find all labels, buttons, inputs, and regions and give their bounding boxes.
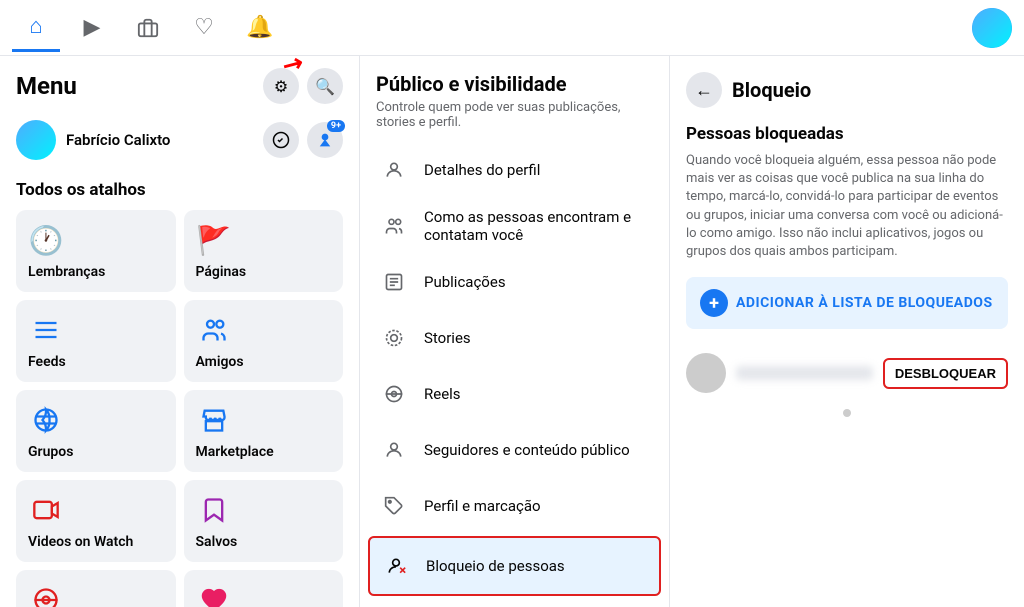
shortcut-label-lembranças: Lembranças: [28, 264, 164, 280]
settings-icon-perfil: [376, 152, 412, 188]
nav-store[interactable]: [124, 4, 172, 52]
top-navigation: ⌂ ▶ ♡ 🔔: [0, 0, 1024, 56]
add-btn-label: ADICIONAR À LISTA DE BLOQUEADOS: [736, 295, 993, 311]
shortcut-icon-feeds: [28, 312, 64, 348]
shortcut-label-salvos: Salvos: [196, 534, 332, 550]
settings-icon-publicacoes: [376, 264, 412, 300]
blocked-user-row: DESBLOQUEAR: [686, 345, 1008, 401]
profile-avatar: [16, 120, 56, 160]
right-panel-title: Bloqueio: [732, 78, 811, 102]
settings-item-seguidores[interactable]: Seguidores e conteúdo público: [360, 422, 669, 478]
shortcut-feeds[interactable]: Feeds: [16, 300, 176, 382]
settings-item-encontrar[interactable]: Como as pessoas encontram e contatam voc…: [360, 198, 669, 254]
shortcut-icon-paginas: 🚩: [196, 222, 232, 258]
settings-icon-bloqueio: [378, 548, 414, 584]
shortcut-icon-lembranças: 🕐: [28, 222, 64, 258]
back-button[interactable]: ←: [686, 72, 722, 108]
shortcut-grupos[interactable]: Grupos: [16, 390, 176, 472]
blocked-user-name-blurred: [736, 366, 873, 380]
add-icon: +: [700, 289, 728, 317]
nav-heart[interactable]: ♡: [180, 4, 228, 52]
shortcut-icon-amigos: [196, 312, 232, 348]
settings-label-seguidores: Seguidores e conteúdo público: [424, 441, 630, 459]
nav-home[interactable]: ⌂: [12, 4, 60, 52]
shortcut-label-marketplace: Marketplace: [196, 444, 332, 460]
settings-icon-seguidores: [376, 432, 412, 468]
settings-icon-encontrar: [376, 208, 412, 244]
profile-row: Fabrício Calixto 9+: [0, 112, 359, 168]
shortcut-label-feeds: Feeds: [28, 354, 164, 370]
messenger-button[interactable]: [263, 122, 299, 158]
profile-actions: 9+: [263, 122, 343, 158]
menu-icons: ⚙ ↗ 🔍: [263, 68, 343, 104]
nav-video[interactable]: ▶: [68, 4, 116, 52]
blocked-user-avatar: [686, 353, 726, 393]
settings-label-encontrar: Como as pessoas encontram e contatam voc…: [424, 208, 653, 244]
shortcut-icon-marketplace: [196, 402, 232, 438]
settings-label-bloqueio: Bloqueio de pessoas: [426, 557, 565, 575]
add-to-blocked-list-button[interactable]: + ADICIONAR À LISTA DE BLOQUEADOS: [686, 277, 1008, 329]
shortcut-marketplace[interactable]: Marketplace: [184, 390, 344, 472]
settings-label-stories: Stories: [424, 329, 471, 347]
bloqueio-section-title: Pessoas bloqueadas: [686, 124, 1008, 144]
left-panel: Menu ⚙ ↗ 🔍 Fabrício Calixto: [0, 56, 360, 607]
shortcut-icon-namoro: [196, 582, 232, 607]
notification-badge: 9+: [327, 120, 345, 132]
shortcut-amigos[interactable]: Amigos: [184, 300, 344, 382]
shortcut-label-paginas: Páginas: [196, 264, 332, 280]
shortcuts-grid: 🕐 Lembranças 🚩 Páginas Feeds Amigos: [0, 206, 359, 607]
shortcut-icon-reels: [28, 582, 64, 607]
settings-item-reels[interactable]: Reels: [360, 366, 669, 422]
unblock-button[interactable]: DESBLOQUEAR: [883, 358, 1008, 389]
settings-item-marcacao[interactable]: Perfil e marcação: [360, 478, 669, 534]
shortcuts-section-header: Todos os atalhos: [0, 168, 359, 206]
settings-label-publicacoes: Publicações: [424, 273, 506, 291]
menu-header: Menu ⚙ ↗ 🔍: [0, 56, 359, 112]
right-panel: ← Bloqueio Pessoas bloqueadas Quando voc…: [670, 56, 1024, 607]
shortcut-salvos[interactable]: Salvos: [184, 480, 344, 562]
shortcut-icon-salvos: [196, 492, 232, 528]
shortcut-label-videos: Videos on Watch: [28, 534, 164, 550]
settings-item-status[interactable]: Status online: [360, 598, 669, 607]
scroll-indicator: [843, 409, 851, 417]
settings-label-marcacao: Perfil e marcação: [424, 497, 541, 515]
settings-section-title-1: Público e visibilidade: [360, 72, 669, 100]
right-panel-header: ← Bloqueio: [686, 72, 1008, 108]
shortcut-icon-videos: [28, 492, 64, 528]
menu-title: Menu: [16, 72, 77, 100]
settings-icon-reels: [376, 376, 412, 412]
settings-icon-marcacao: [376, 488, 412, 524]
profile-left[interactable]: Fabrício Calixto: [16, 120, 170, 160]
notifications-button[interactable]: 9+: [307, 122, 343, 158]
shortcut-videos[interactable]: Videos on Watch: [16, 480, 176, 562]
main-layout: Menu ⚙ ↗ 🔍 Fabrício Calixto: [0, 56, 1024, 607]
settings-label-perfil: Detalhes do perfil: [424, 161, 540, 179]
settings-section-visibility: Público e visibilidade Controle quem pod…: [360, 56, 669, 607]
shortcut-reels[interactable]: Reels: [16, 570, 176, 607]
middle-panel: Público e visibilidade Controle quem pod…: [360, 56, 670, 607]
settings-item-bloqueio[interactable]: Bloqueio de pessoas: [368, 536, 661, 596]
shortcut-lembranças[interactable]: 🕐 Lembranças: [16, 210, 176, 292]
shortcut-label-amigos: Amigos: [196, 354, 332, 370]
shortcut-icon-grupos: [28, 402, 64, 438]
nav-avatar[interactable]: [972, 8, 1012, 48]
settings-item-perfil[interactable]: Detalhes do perfil: [360, 142, 669, 198]
shortcut-namoro[interactable]: Namoro: [184, 570, 344, 607]
settings-button[interactable]: ⚙ ↗: [263, 68, 299, 104]
shortcut-paginas[interactable]: 🚩 Páginas: [184, 210, 344, 292]
settings-item-publicacoes[interactable]: Publicações: [360, 254, 669, 310]
nav-bell[interactable]: 🔔: [236, 4, 284, 52]
search-button[interactable]: 🔍: [307, 68, 343, 104]
settings-icon-stories: [376, 320, 412, 356]
shortcut-label-grupos: Grupos: [28, 444, 164, 460]
bloqueio-description: Quando você bloqueia alguém, essa pessoa…: [686, 152, 1008, 261]
red-arrow-indicator: ↗: [277, 56, 308, 81]
settings-section-desc-1: Controle quem pode ver suas publicações,…: [360, 100, 669, 142]
settings-item-stories[interactable]: Stories: [360, 310, 669, 366]
profile-name: Fabrício Calixto: [66, 131, 170, 149]
settings-label-reels: Reels: [424, 385, 461, 403]
